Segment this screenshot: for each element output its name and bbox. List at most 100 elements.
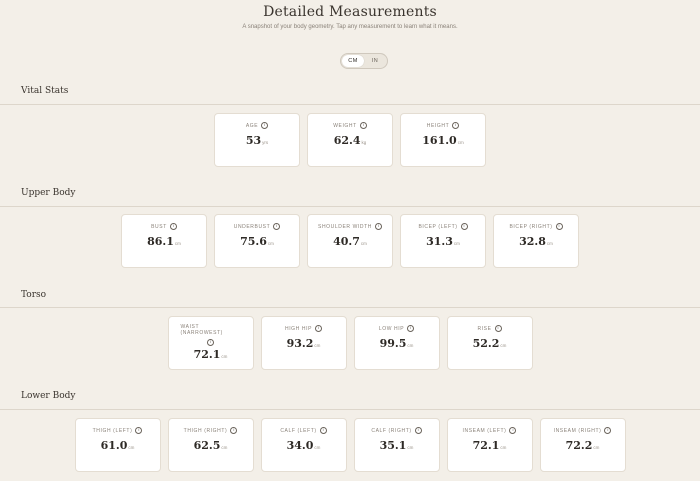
- card-unit: cm: [453, 241, 460, 246]
- info-icon[interactable]: i: [374, 223, 382, 230]
- measurement-card-shoulder-width[interactable]: SHOULDER WIDTH i 40.7 cm: [307, 214, 393, 268]
- card-value: 32.8: [519, 235, 546, 248]
- measurement-card-calf-left[interactable]: CALF (LEFT) i 34.0 cm: [260, 418, 347, 472]
- card-label: LOW HIP: [378, 325, 405, 332]
- lower-body-row: THIGH (LEFT) i 61.0 cm THIGH (RIGHT) i 62.5…: [0, 418, 700, 472]
- card-label: UNDERBUST: [233, 223, 271, 230]
- measurement-card-bicep-left[interactable]: BICEP (LEFT) i 31.3 cm: [400, 214, 486, 268]
- card-label: RISE: [477, 325, 492, 332]
- card-unit: yrs: [262, 140, 269, 145]
- measurement-card-low-hip[interactable]: LOW HIP i 99.5 cm: [353, 316, 440, 370]
- section-title-vital-stats: Vital Stats: [21, 86, 69, 96]
- measurement-card-age[interactable]: AGE i 53 yrs: [214, 113, 300, 167]
- card-unit: cm: [267, 241, 274, 246]
- measurement-card-calf-right[interactable]: CALF (RIGHT) i 35.1 cm: [353, 418, 440, 472]
- card-label: BICEP (LEFT): [418, 223, 458, 230]
- measurement-card-high-hip[interactable]: HIGH HIP i 93.2 cm: [260, 316, 347, 370]
- card-unit: cm: [314, 343, 321, 348]
- card-label: INSEAM (RIGHT): [553, 427, 602, 434]
- card-value: 93.2: [286, 337, 314, 350]
- card-unit: cm: [221, 445, 228, 450]
- info-icon[interactable]: i: [273, 223, 281, 230]
- card-unit: cm: [500, 445, 507, 450]
- info-icon[interactable]: i: [604, 427, 612, 434]
- card-value: 72.1: [472, 439, 500, 452]
- card-label: SHOULDER WIDTH: [318, 223, 372, 230]
- card-unit: cm: [546, 241, 553, 246]
- card-label: BICEP (RIGHT): [509, 223, 553, 230]
- card-value: 86.1: [147, 235, 174, 248]
- card-label: CALF (RIGHT): [371, 427, 412, 434]
- measurement-card-inseam-right[interactable]: INSEAM (RIGHT) i 72.2 cm: [539, 418, 626, 472]
- info-icon[interactable]: i: [261, 122, 269, 129]
- info-icon[interactable]: i: [207, 339, 214, 346]
- info-icon[interactable]: i: [414, 427, 422, 434]
- unit-option-cm[interactable]: CM: [342, 55, 364, 67]
- card-value: 99.5: [379, 337, 407, 350]
- card-label: HIGH HIP: [284, 325, 313, 332]
- unit-option-in[interactable]: IN: [364, 55, 386, 67]
- card-unit: cm: [407, 343, 414, 348]
- measurement-card-height[interactable]: HEIGHT i 161.0 cm: [400, 113, 486, 167]
- measurement-card-thigh-left[interactable]: THIGH (LEFT) i 61.0 cm: [74, 418, 161, 472]
- section-title-upper-body: Upper Body: [21, 188, 76, 198]
- card-label: WEIGHT: [333, 122, 357, 129]
- page-subtitle: A snapshot of your body geometry. Tap an…: [242, 24, 458, 30]
- vital-stats-row: AGE i 53 yrs WEIGHT i 62.4 kg HEIGHT i 161.0 c…: [0, 113, 700, 167]
- info-icon[interactable]: i: [509, 427, 517, 434]
- card-unit: cm: [457, 140, 464, 145]
- page-title: Detailed Measurements: [263, 4, 437, 20]
- info-icon[interactable]: i: [555, 223, 563, 230]
- section-title-lower-body: Lower Body: [21, 391, 76, 401]
- info-icon[interactable]: i: [359, 122, 367, 129]
- info-icon[interactable]: i: [407, 325, 415, 332]
- card-unit: cm: [314, 445, 321, 450]
- card-value: 52.2: [472, 337, 500, 350]
- torso-row: WAIST (NARROWEST) i 72.1 cm HIGH HIP i 93.2…: [0, 316, 700, 370]
- card-unit: cm: [221, 354, 228, 359]
- card-unit: kg: [361, 140, 367, 145]
- info-icon[interactable]: i: [230, 427, 238, 434]
- measurement-card-rise[interactable]: RISE i 52.2 cm: [446, 316, 533, 370]
- info-icon[interactable]: i: [315, 325, 323, 332]
- info-icon[interactable]: i: [452, 122, 460, 129]
- card-unit: cm: [174, 241, 181, 246]
- upper-body-row: BUST i 86.1 cm UNDERBUST i 75.6 cm SHOULDER …: [0, 214, 700, 268]
- info-icon[interactable]: i: [460, 223, 468, 230]
- card-value: 161.0: [422, 134, 457, 147]
- card-unit: cm: [407, 445, 414, 450]
- card-label: HEIGHT: [426, 122, 450, 129]
- section-divider: [0, 104, 700, 105]
- card-label: AGE: [245, 122, 259, 129]
- section-title-torso: Torso: [21, 290, 47, 300]
- card-value: 72.1: [193, 348, 221, 361]
- measurement-card-waist[interactable]: WAIST (NARROWEST) i 72.1 cm: [167, 316, 254, 370]
- card-label: INSEAM (LEFT): [462, 427, 507, 434]
- measurement-card-underbust[interactable]: UNDERBUST i 75.6 cm: [214, 214, 300, 268]
- info-icon[interactable]: i: [135, 427, 143, 434]
- card-value: 35.1: [379, 439, 407, 452]
- card-value: 53: [245, 134, 262, 147]
- measurement-card-weight[interactable]: WEIGHT i 62.4 kg: [307, 113, 393, 167]
- unit-toggle[interactable]: CM IN: [340, 53, 388, 69]
- measurement-card-thigh-right[interactable]: THIGH (RIGHT) i 62.5 cm: [167, 418, 254, 472]
- card-value: 34.0: [286, 439, 314, 452]
- measurement-card-bust[interactable]: BUST i 86.1 cm: [121, 214, 207, 268]
- measurement-card-inseam-left[interactable]: INSEAM (LEFT) i 72.1 cm: [446, 418, 533, 472]
- measurement-card-bicep-right[interactable]: BICEP (RIGHT) i 32.8 cm: [493, 214, 579, 268]
- card-unit: cm: [360, 241, 367, 246]
- card-unit: cm: [500, 343, 507, 348]
- section-divider: [0, 206, 700, 207]
- card-value: 40.7: [333, 235, 360, 248]
- info-icon[interactable]: i: [494, 325, 502, 332]
- card-value: 72.2: [565, 439, 593, 452]
- info-icon[interactable]: i: [169, 223, 177, 230]
- card-value: 61.0: [100, 439, 128, 452]
- card-value: 62.5: [193, 439, 221, 452]
- card-unit: cm: [128, 445, 135, 450]
- card-label: THIGH (LEFT): [92, 427, 133, 434]
- info-icon[interactable]: i: [319, 427, 327, 434]
- card-value: 31.3: [426, 235, 453, 248]
- section-divider: [0, 307, 700, 308]
- card-value: 62.4: [333, 134, 361, 147]
